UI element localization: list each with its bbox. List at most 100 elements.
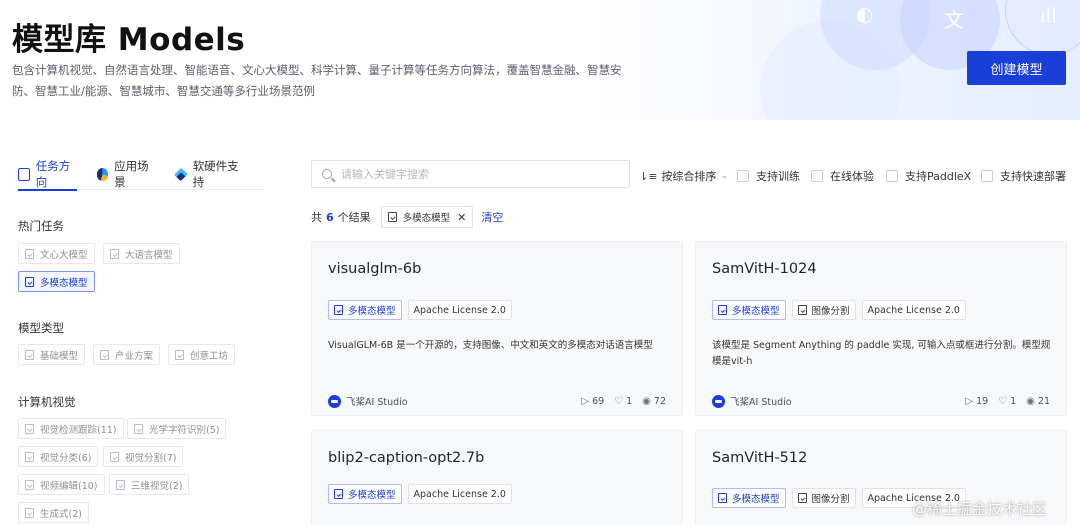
checkbox-fast-deploy[interactable]: 支持快速部署 [981, 168, 1066, 184]
runs-count: 19 [976, 395, 989, 407]
tab-hardware[interactable]: 软硬件支持 [174, 158, 244, 190]
checkbox-support-training[interactable]: 支持训练 [737, 168, 800, 184]
hardware-icon [174, 167, 188, 181]
filter-chip[interactable]: 大语言模型 [103, 243, 180, 264]
chevron-down-icon: ⌄ [720, 171, 728, 181]
checkbox-paddlex[interactable]: 支持PaddleX [886, 168, 971, 184]
checkbox[interactable] [981, 170, 993, 182]
tag[interactable]: 多模态模型 [328, 300, 402, 320]
tab-label: 任务方向 [35, 159, 71, 189]
runs-count: 69 [592, 395, 605, 407]
search-icon [322, 169, 332, 179]
tag-icon [718, 493, 727, 503]
stats: ▷ 69 ♡ 1 ◉ 72 [571, 396, 666, 407]
tag[interactable]: 多模态模型 [712, 488, 786, 508]
model-title[interactable]: SamVitH-1024 [712, 261, 817, 277]
tab-scene[interactable]: 应用场景 [96, 158, 156, 190]
active-filter-chip: 多模态模型 ✕ [380, 206, 474, 228]
tag[interactable]: 多模态模型 [712, 300, 786, 320]
speech-icon: ◐ [856, 2, 874, 26]
checkbox-label: 支持PaddleX [905, 170, 972, 183]
model-title[interactable]: SamVitH-512 [712, 450, 807, 466]
tag-icon [25, 248, 34, 259]
filter-chip[interactable]: 产业方案 [93, 344, 161, 365]
tag-label: 多模态模型 [732, 494, 780, 505]
clear-filters-link[interactable]: 清空 [481, 209, 503, 225]
source-label: 飞桨AI Studio [730, 397, 792, 408]
license-tag: Apache License 2.0 [861, 300, 966, 320]
task-icon [18, 167, 30, 181]
tag-label: 图像分割 [811, 306, 850, 317]
tag-list: 多模态模型 Apache License 2.0 [328, 300, 518, 320]
chip-label: 生成式(2) [40, 508, 82, 520]
tag-icon [110, 451, 119, 462]
tag-icon [25, 276, 34, 287]
checkbox[interactable] [886, 170, 898, 182]
tab-task[interactable]: 任务方向 [18, 158, 77, 191]
stats: ▷ 19 ♡ 1 ◉ 21 [955, 396, 1050, 407]
source-label: 飞桨AI Studio [346, 397, 408, 408]
tag-icon [387, 212, 397, 222]
filter-chip[interactable]: 视觉检测跟踪(11) [18, 418, 124, 439]
filter-chip[interactable]: 视频编辑(10) [18, 474, 105, 495]
tag[interactable]: 图像分割 [791, 300, 856, 320]
card-footer: 飞桨AI Studio ▷ 69 ♡ 1 ◉ 72 [328, 393, 666, 409]
tag-label: 图像分割 [811, 494, 850, 505]
filter-chip[interactable]: 创意工坊 [168, 344, 236, 365]
filter-chip[interactable]: 光学字符识别(5) [127, 418, 227, 439]
close-icon[interactable]: ✕ [457, 211, 466, 224]
eye-icon: ◉ [642, 395, 651, 407]
model-description: 该模型是 Segment Anything 的 paddle 实现, 可输入点或… [712, 340, 1051, 367]
checkbox-online-demo[interactable]: 在线体验 [811, 168, 874, 184]
eye-icon: ◉ [1026, 395, 1035, 407]
audio-wave-icon: ıll [1040, 4, 1057, 28]
checkbox[interactable] [737, 170, 749, 182]
likes-stat[interactable]: ♡ 1 [614, 396, 632, 407]
tag-icon [718, 305, 727, 315]
active-filter-label: 多模态模型 [402, 213, 451, 224]
filter-chip[interactable]: 文心大模型 [18, 243, 95, 264]
page-title: 模型库 Models [12, 22, 246, 58]
filter-chip[interactable]: 生成式(2) [18, 502, 89, 523]
heart-icon: ♡ [998, 395, 1008, 407]
tag[interactable]: 图像分割 [791, 488, 856, 508]
likes-stat[interactable]: ♡ 1 [998, 396, 1016, 407]
tag-list: 多模态模型 图像分割 Apache License 2.0 [712, 300, 972, 320]
results-prefix: 共 [311, 211, 322, 224]
model-card[interactable]: SamVitH-1024 多模态模型 图像分割 Apache License 2… [695, 241, 1067, 416]
tag[interactable]: 多模态模型 [328, 484, 402, 504]
model-title[interactable]: blip2-caption-opt2.7b [328, 450, 484, 466]
translate-icon: 文 [944, 8, 964, 32]
results-bar: 共 6 个结果 多模态模型 ✕ 清空 [311, 205, 503, 229]
chip-label: 文心大模型 [40, 249, 88, 261]
views-count: 21 [1037, 395, 1050, 407]
chip-label: 基础模型 [40, 350, 79, 362]
tag-icon [25, 479, 34, 490]
tag-icon [110, 248, 119, 259]
chip-label: 视觉分割(7) [125, 452, 177, 464]
sort-dropdown[interactable]: ⇂≡ 按综合排序 ⌄ [639, 168, 728, 184]
filter-chip[interactable]: 三维视觉(2) [109, 474, 190, 495]
filter-chip[interactable]: 视觉分割(7) [103, 446, 184, 467]
filter-chip[interactable]: 基础模型 [18, 344, 86, 365]
model-card[interactable]: blip2-caption-opt2.7b 多模态模型 Apache Licen… [311, 430, 683, 525]
likes-count: 1 [1010, 395, 1017, 407]
model-card[interactable]: visualglm-6b 多模态模型 Apache License 2.0 Vi… [311, 241, 683, 416]
filter-chip[interactable]: 视觉分类(6) [18, 446, 99, 467]
search-box[interactable] [311, 160, 630, 188]
search-input[interactable] [341, 167, 611, 181]
tag-label: 多模态模型 [348, 490, 396, 501]
filter-chip-selected[interactable]: 多模态模型 [18, 271, 95, 292]
checkbox-label: 支持快速部署 [1000, 170, 1066, 183]
checkbox-label: 支持训练 [756, 170, 800, 183]
tab-label: 软硬件支持 [192, 159, 239, 189]
tag-icon [100, 349, 109, 360]
model-title[interactable]: visualglm-6b [328, 261, 421, 277]
checkbox[interactable] [811, 170, 823, 182]
likes-count: 1 [626, 395, 633, 407]
model-description: VisualGLM-6B 是一个开源的，支持图像、中文和英文的多模态对话语言模型 [328, 340, 653, 351]
views-stat: ◉ 72 [642, 396, 666, 407]
create-model-button[interactable]: 创建模型 [967, 51, 1066, 85]
section-title-hot-tasks: 热门任务 [18, 219, 64, 233]
runs-stat: ▷ 69 [581, 396, 604, 407]
